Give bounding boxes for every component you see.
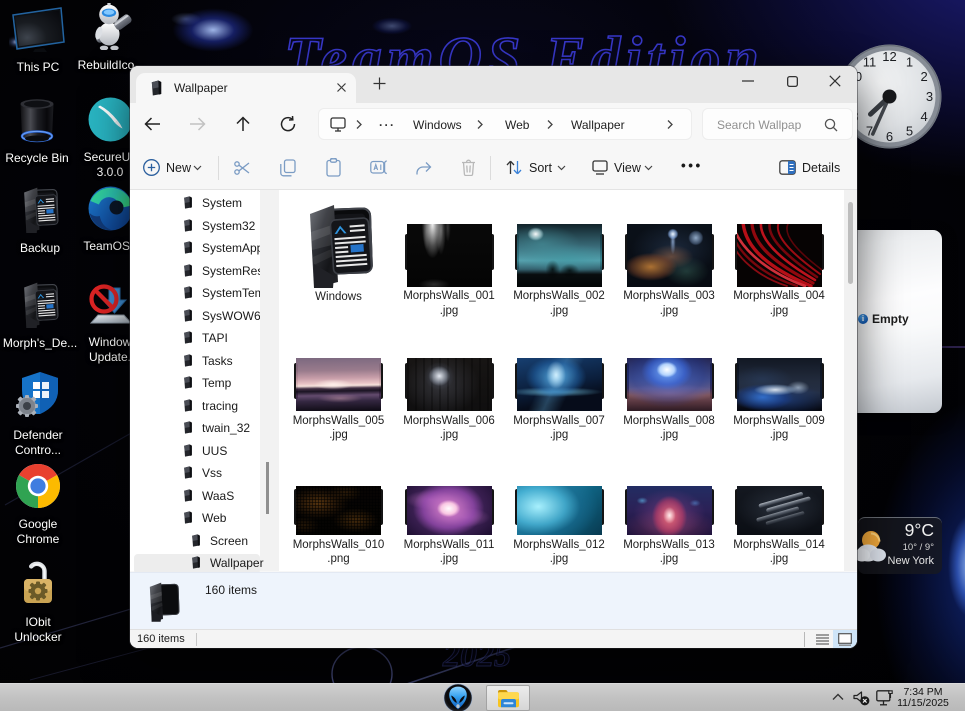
svg-text:6: 6 <box>886 129 893 144</box>
svg-text:7: 7 <box>866 124 873 139</box>
svg-text:3: 3 <box>926 89 933 104</box>
svg-text:11: 11 <box>863 54 877 69</box>
svg-text:1: 1 <box>906 54 913 69</box>
svg-text:12: 12 <box>882 49 896 64</box>
svg-text:2: 2 <box>920 69 927 84</box>
svg-text:4: 4 <box>920 109 927 124</box>
svg-text:5: 5 <box>906 124 913 139</box>
